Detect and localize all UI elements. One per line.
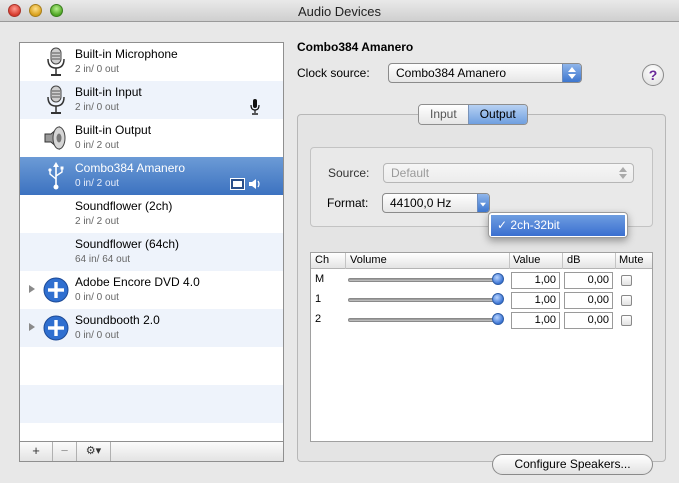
device-row-soundbooth[interactable]: Soundbooth 2.0 0 in/ 0 out — [20, 309, 283, 347]
device-row-built-in-output[interactable]: Built-in Output 0 in/ 2 out — [20, 119, 283, 157]
mute-checkbox[interactable] — [621, 295, 632, 306]
usb-icon — [48, 162, 64, 190]
device-row-soundflower-2ch[interactable]: Soundflower (2ch) 2 in/ 2 out — [20, 195, 283, 233]
microphone-icon — [47, 47, 65, 76]
help-button[interactable]: ? — [642, 64, 664, 86]
disclosure-triangle-icon[interactable] — [29, 285, 35, 293]
column-header-mute: Mute — [619, 254, 644, 266]
format-menu-item-2ch-32bit[interactable]: ✓ 2ch-32bit — [491, 215, 625, 236]
tab-input[interactable]: Input — [419, 105, 468, 124]
title-bar: Audio Devices — [0, 0, 679, 22]
mute-checkbox[interactable] — [621, 315, 632, 326]
mute-checkbox[interactable] — [621, 275, 632, 286]
format-dropdown-menu[interactable]: ✓ 2ch-32bit — [488, 212, 628, 238]
volume-slider-track[interactable] — [348, 278, 502, 282]
updown-arrows-icon — [562, 64, 581, 82]
device-list-toolbar: + − ⚙▾ — [19, 442, 284, 462]
device-io: 2 in/ 0 out — [75, 64, 119, 75]
input-output-tabs: Input Output — [418, 104, 528, 125]
device-io: 64 in/ 64 out — [75, 254, 131, 265]
column-header-ch: Ch — [315, 254, 330, 266]
speaker-icon — [44, 125, 66, 151]
device-name: Built-in Input — [75, 85, 142, 99]
channel-name: M — [315, 273, 325, 285]
empty-row — [20, 347, 283, 385]
disclosure-triangle-icon[interactable] — [29, 323, 35, 331]
device-io: 0 in/ 0 out — [75, 330, 119, 341]
format-rate-popup[interactable]: 44100,0 Hz — [382, 193, 490, 213]
add-device-button[interactable]: + — [20, 442, 53, 461]
channel-name: 1 — [315, 293, 322, 305]
aggregate-plus-icon — [43, 315, 69, 341]
clock-source-value: Combo384 Amanero — [396, 66, 507, 80]
gear-menu-button[interactable]: ⚙▾ — [77, 442, 111, 461]
table-row: M 1,00 0,00 — [311, 270, 652, 290]
db-field[interactable]: 0,00 — [564, 272, 613, 289]
device-name: Soundflower (2ch) — [75, 199, 173, 213]
volume-slider-knob[interactable] — [492, 313, 504, 325]
device-io: 2 in/ 2 out — [75, 216, 119, 227]
device-title: Combo384 Amanero — [297, 40, 414, 54]
configure-speakers-button[interactable]: Configure Speakers... — [492, 454, 653, 475]
value-field[interactable]: 1,00 — [511, 292, 560, 309]
microphone-icon — [47, 85, 65, 114]
default-output-speaker-icon — [249, 179, 260, 189]
table-row: 1 1,00 0,00 — [311, 290, 652, 310]
channel-volume-table: Ch Volume Value dB Mute M 1,00 0,00 1 1,… — [310, 252, 653, 442]
updown-arrows-icon — [614, 164, 633, 182]
device-row-soundflower-64ch[interactable]: Soundflower (64ch) 64 in/ 64 out — [20, 233, 283, 271]
device-list[interactable]: Built-in Microphone 2 in/ 0 out Built-in… — [19, 42, 284, 442]
volume-slider-track[interactable] — [348, 318, 502, 322]
clock-source-popup[interactable]: Combo384 Amanero — [388, 63, 582, 83]
value-field[interactable]: 1,00 — [511, 312, 560, 329]
format-rate-value: 44100,0 Hz — [390, 196, 452, 210]
device-row-adobe-encore[interactable]: Adobe Encore DVD 4.0 0 in/ 0 out — [20, 271, 283, 309]
empty-row — [20, 385, 283, 423]
updown-arrows-icon — [477, 194, 489, 212]
device-row-built-in-input[interactable]: Built-in Input 2 in/ 0 out — [20, 81, 283, 119]
device-name: Soundflower (64ch) — [75, 237, 180, 251]
column-header-value: Value — [513, 254, 541, 266]
system-output-icon — [230, 178, 245, 190]
column-header-db: dB — [567, 254, 581, 266]
device-name: Adobe Encore DVD 4.0 — [75, 275, 200, 289]
device-io: 0 in/ 0 out — [75, 292, 119, 303]
column-header-volume: Volume — [350, 254, 387, 266]
device-io: 0 in/ 2 out — [75, 178, 119, 189]
source-popup[interactable]: Default — [383, 163, 634, 183]
table-header: Ch Volume Value dB Mute — [311, 253, 652, 269]
remove-device-button[interactable]: − — [53, 442, 77, 461]
db-field[interactable]: 0,00 — [564, 312, 613, 329]
db-field[interactable]: 0,00 — [564, 292, 613, 309]
tab-output[interactable]: Output — [467, 105, 527, 124]
device-io: 0 in/ 2 out — [75, 140, 119, 151]
channel-name: 2 — [315, 313, 322, 325]
device-name: Soundbooth 2.0 — [75, 313, 160, 327]
audio-devices-window: Built-in Microphone 2 in/ 0 out Built-in… — [0, 22, 679, 483]
format-label: Format: — [327, 196, 369, 210]
aggregate-plus-icon — [43, 277, 69, 303]
device-io: 2 in/ 0 out — [75, 102, 119, 113]
clock-source-label: Clock source: — [297, 66, 370, 80]
volume-slider-knob[interactable] — [492, 293, 504, 305]
table-row: 2 1,00 0,00 — [311, 310, 652, 330]
device-row-combo384-amanero[interactable]: Combo384 Amanero 0 in/ 2 out — [20, 157, 283, 195]
device-name: Combo384 Amanero — [75, 161, 186, 175]
source-value: Default — [391, 166, 430, 180]
volume-slider-knob[interactable] — [492, 273, 504, 285]
volume-slider-track[interactable] — [348, 298, 502, 302]
window-title: Audio Devices — [297, 4, 382, 19]
device-name: Built-in Microphone — [75, 47, 178, 61]
default-input-microphone-icon — [250, 99, 260, 115]
device-row-built-in-microphone[interactable]: Built-in Microphone 2 in/ 0 out — [20, 43, 283, 81]
value-field[interactable]: 1,00 — [511, 272, 560, 289]
device-name: Built-in Output — [75, 123, 152, 137]
source-label: Source: — [328, 166, 370, 180]
